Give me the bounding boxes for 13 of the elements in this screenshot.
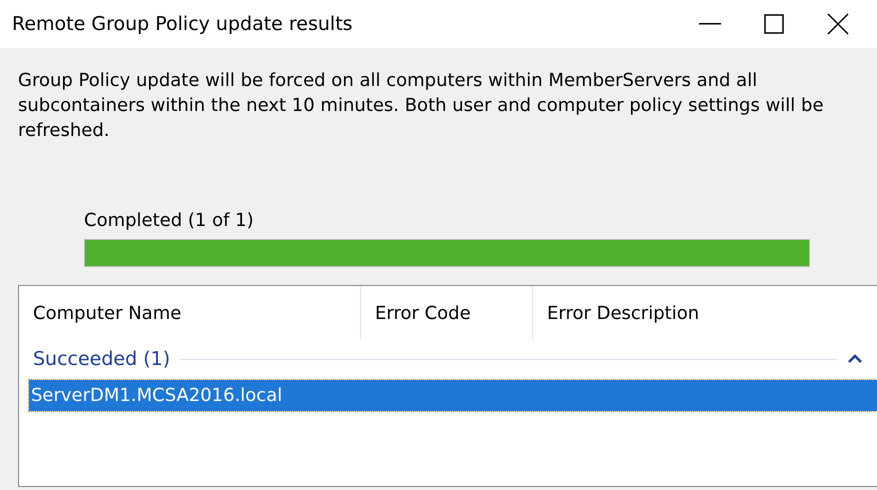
- group-header[interactable]: Succeeded (1): [33, 348, 170, 370]
- progress-label: Completed (1 of 1): [84, 210, 255, 231]
- window-title: Remote Group Policy update results: [12, 13, 354, 35]
- minimize-icon[interactable]: [699, 23, 721, 25]
- maximize-icon[interactable]: [764, 14, 784, 34]
- column-header[interactable]: Computer Name: [19, 286, 361, 340]
- table-cell: ServerDM1.MCSA2016.local: [31, 385, 282, 406]
- column-header[interactable]: Error Code: [361, 286, 533, 340]
- list-row[interactable]: ServerDM1.MCSA2016.local: [29, 380, 877, 411]
- description-text: Group Policy update will be forced on all computers within MemberServers and all subcontainers within the next 10 minutes. Both user and computer policy settings will be refreshed.: [17, 69, 825, 143]
- close-icon[interactable]: [827, 13, 849, 35]
- column-header[interactable]: Error Description: [533, 286, 877, 340]
- chevron-up-icon[interactable]: [847, 354, 863, 364]
